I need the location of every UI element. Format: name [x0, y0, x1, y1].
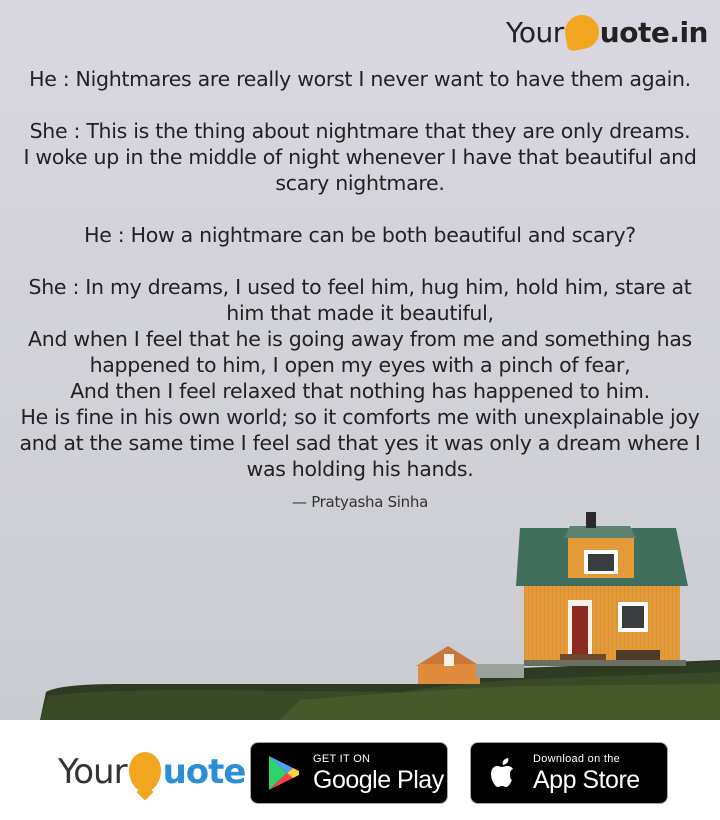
footer-bar: Your uote GET IT ON Google Play Download… — [0, 720, 720, 820]
quote-line: He : How a nightmare can be both beautif… — [84, 223, 636, 247]
quote-text: He : Nightmares are really worst I never… — [16, 66, 704, 512]
google-play-icon — [269, 756, 299, 790]
quote-line: scary nightmare. — [275, 171, 445, 195]
apple-icon — [491, 758, 513, 787]
google-play-small-text: GET IT ON — [313, 752, 371, 765]
quote-line: him that made it beautiful, — [226, 301, 494, 325]
google-play-big-text: Google Play — [313, 765, 444, 794]
yourquote-watermark-logo: Your uote.in — [506, 12, 709, 52]
quote-bubble-icon — [128, 752, 161, 792]
quote-line: was holding his hands. — [246, 457, 474, 481]
quote-card: Your uote.in He : Nightmares are really … — [0, 0, 720, 720]
google-play-badge[interactable]: GET IT ON Google Play — [250, 742, 448, 804]
app-store-small-text: Download on the — [533, 752, 621, 765]
logo-prefix: Your — [58, 752, 128, 792]
quote-line: And when I feel that he is going away fr… — [28, 327, 692, 351]
yourquote-logo[interactable]: Your uote — [58, 748, 247, 796]
quote-line: She : In my dreams, I used to feel him, … — [28, 275, 692, 299]
quote-line: She : This is the thing about nightmare … — [29, 119, 691, 143]
logo-suffix: uote — [162, 752, 247, 792]
brand-suffix: uote.in — [599, 15, 709, 49]
quote-line: and at the same time I feel sad that yes… — [19, 431, 701, 455]
quote-line: I woke up in the middle of night wheneve… — [23, 145, 697, 169]
quote-line: He : Nightmares are really worst I never… — [29, 67, 691, 91]
quote-line: happened to him, I open my eyes with a p… — [89, 353, 631, 377]
brand-prefix: Your — [506, 15, 564, 49]
quote-author: — Pratyasha Sinha — [292, 493, 428, 511]
quote-line: He is fine in his own world; so it comfo… — [20, 405, 700, 429]
quote-line: And then I feel relaxed that nothing has… — [70, 379, 650, 403]
app-store-badge[interactable]: Download on the App Store — [470, 742, 668, 804]
quote-bubble-icon — [562, 12, 602, 52]
app-store-big-text: App Store — [533, 765, 640, 794]
